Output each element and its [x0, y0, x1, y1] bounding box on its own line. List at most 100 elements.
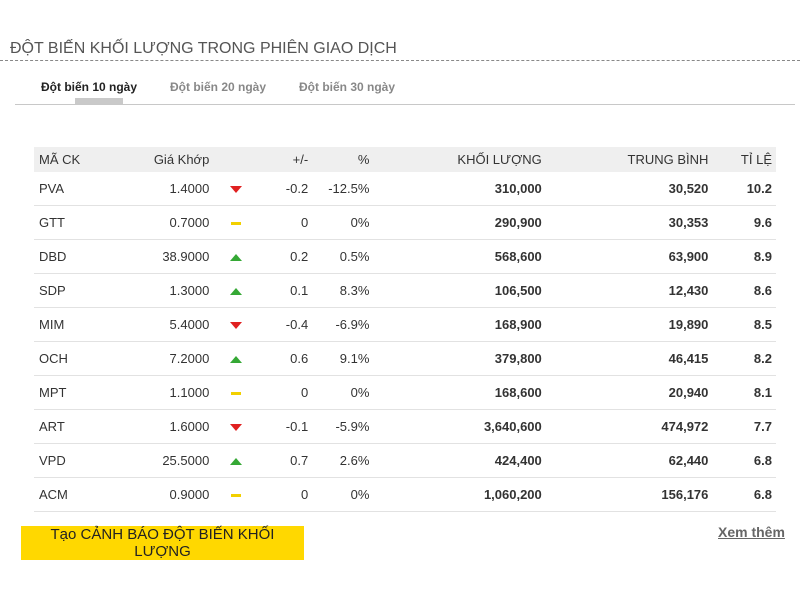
table-row[interactable]: DBD 38.9000 0.2 0.5% 568,600 63,900 8.9 [34, 239, 776, 274]
volume-cell: 1,060,200 [373, 477, 546, 512]
average-volume-cell: 19,890 [545, 307, 713, 342]
percent-change-cell: 0.5% [312, 239, 374, 274]
percent-change-cell: -6.9% [312, 307, 374, 342]
triangle-up-icon [229, 458, 242, 465]
trend-cell [213, 477, 258, 512]
table-body: PVA 1.4000 -0.2 -12.5% 310,000 30,520 10.2 GTT 0… [34, 172, 776, 512]
tab-30-days[interactable]: Đột biến 30 ngày [299, 80, 395, 94]
volume-cell: 106,500 [373, 273, 546, 308]
stock-code-cell[interactable]: ART [34, 409, 108, 444]
percent-change-cell: 8.3% [312, 273, 374, 308]
header-ratio: TỈ LỆ [712, 147, 776, 172]
trend-cell [213, 172, 258, 206]
ratio-cell: 7.7 [712, 409, 776, 444]
price-change-cell: 0 [257, 375, 313, 410]
match-price-cell: 1.4000 [107, 172, 214, 206]
table-row[interactable]: ART 1.6000 -0.1 -5.9% 3,640,600 474,972 7.7 [34, 409, 776, 444]
ratio-cell: 10.2 [712, 172, 776, 206]
average-volume-cell: 30,353 [545, 205, 713, 240]
percent-change-cell: -12.5% [312, 172, 374, 206]
header-code: MÃ CK [34, 147, 108, 172]
trend-cell [213, 341, 258, 376]
trend-cell [213, 443, 258, 478]
volume-cell: 568,600 [373, 239, 546, 274]
triangle-down-icon [229, 424, 242, 431]
trend-cell [213, 307, 258, 342]
volume-cell: 379,800 [373, 341, 546, 376]
average-volume-cell: 63,900 [545, 239, 713, 274]
table-row[interactable]: ACM 0.9000 0 0% 1,060,200 156,176 6.8 [34, 477, 776, 512]
table-row[interactable]: PVA 1.4000 -0.2 -12.5% 310,000 30,520 10.2 [34, 172, 776, 206]
average-volume-cell: 156,176 [545, 477, 713, 512]
average-volume-cell: 30,520 [545, 172, 713, 206]
ratio-cell: 8.1 [712, 375, 776, 410]
price-change-cell: -0.4 [257, 307, 313, 342]
ratio-cell: 6.8 [712, 443, 776, 478]
tab-10-days[interactable]: Đột biến 10 ngày [41, 80, 137, 94]
ratio-cell: 9.6 [712, 205, 776, 240]
volume-cell: 290,900 [373, 205, 546, 240]
ratio-cell: 6.8 [712, 477, 776, 512]
header-average: TRUNG BÌNH [545, 147, 713, 172]
triangle-up-icon [229, 288, 242, 295]
stock-code-cell[interactable]: VPD [34, 443, 108, 478]
table-row[interactable]: OCH 7.2000 0.6 9.1% 379,800 46,415 8.2 [34, 341, 776, 376]
table-row[interactable]: VPD 25.5000 0.7 2.6% 424,400 62,440 6.8 [34, 443, 776, 478]
match-price-cell: 5.4000 [107, 307, 214, 342]
trend-cell [213, 273, 258, 308]
average-volume-cell: 62,440 [545, 443, 713, 478]
title-divider [0, 60, 800, 61]
price-change-cell: 0 [257, 477, 313, 512]
create-alert-button[interactable]: Tạo CẢNH BÁO ĐỘT BIẾN KHỐI LƯỢNG [21, 526, 304, 560]
price-change-cell: 0.2 [257, 239, 313, 274]
dash-icon [230, 494, 241, 498]
average-volume-cell: 474,972 [545, 409, 713, 444]
table-row[interactable]: SDP 1.3000 0.1 8.3% 106,500 12,430 8.6 [34, 273, 776, 308]
trend-cell [213, 205, 258, 240]
header-price: Giá Khớp [107, 147, 214, 172]
stock-code-cell[interactable]: PVA [34, 172, 108, 206]
stock-code-cell[interactable]: SDP [34, 273, 108, 308]
match-price-cell: 7.2000 [107, 341, 214, 376]
page-title: ĐỘT BIẾN KHỐI LƯỢNG TRONG PHIÊN GIAO DỊC… [10, 40, 397, 57]
table-row[interactable]: GTT 0.7000 0 0% 290,900 30,353 9.6 [34, 205, 776, 240]
percent-change-cell: 0% [312, 205, 374, 240]
see-more-link[interactable]: Xem thêm [718, 524, 785, 540]
match-price-cell: 25.5000 [107, 443, 214, 478]
percent-change-cell: 9.1% [312, 341, 374, 376]
triangle-up-icon [229, 254, 242, 261]
volume-cell: 168,900 [373, 307, 546, 342]
dash-icon [230, 392, 241, 396]
match-price-cell: 0.7000 [107, 205, 214, 240]
stock-code-cell[interactable]: MIM [34, 307, 108, 342]
percent-change-cell: -5.9% [312, 409, 374, 444]
trend-cell [213, 239, 258, 274]
stock-code-cell[interactable]: ACM [34, 477, 108, 512]
table-row[interactable]: MIM 5.4000 -0.4 -6.9% 168,900 19,890 8.5 [34, 307, 776, 342]
header-volume: KHỐI LƯỢNG [373, 147, 546, 172]
price-change-cell: -0.2 [257, 172, 313, 206]
percent-change-cell: 0% [312, 477, 374, 512]
tab-bar: Đột biến 10 ngày Đột biến 20 ngày Đột bi… [15, 72, 795, 105]
match-price-cell: 1.6000 [107, 409, 214, 444]
percent-change-cell: 2.6% [312, 443, 374, 478]
match-price-cell: 1.3000 [107, 273, 214, 308]
ratio-cell: 8.2 [712, 341, 776, 376]
volume-cell: 168,600 [373, 375, 546, 410]
tab-20-days[interactable]: Đột biến 20 ngày [170, 80, 266, 94]
ratio-cell: 8.5 [712, 307, 776, 342]
header-trend [213, 147, 258, 172]
average-volume-cell: 20,940 [545, 375, 713, 410]
ratio-cell: 8.9 [712, 239, 776, 274]
price-change-cell: 0 [257, 205, 313, 240]
dash-icon [230, 222, 241, 226]
price-change-cell: 0.6 [257, 341, 313, 376]
stock-code-cell[interactable]: OCH [34, 341, 108, 376]
stock-code-cell[interactable]: DBD [34, 239, 108, 274]
price-change-cell: -0.1 [257, 409, 313, 444]
table-row[interactable]: MPT 1.1000 0 0% 168,600 20,940 8.1 [34, 375, 776, 410]
stock-code-cell[interactable]: GTT [34, 205, 108, 240]
stock-code-cell[interactable]: MPT [34, 375, 108, 410]
volume-cell: 424,400 [373, 443, 546, 478]
trend-cell [213, 375, 258, 410]
